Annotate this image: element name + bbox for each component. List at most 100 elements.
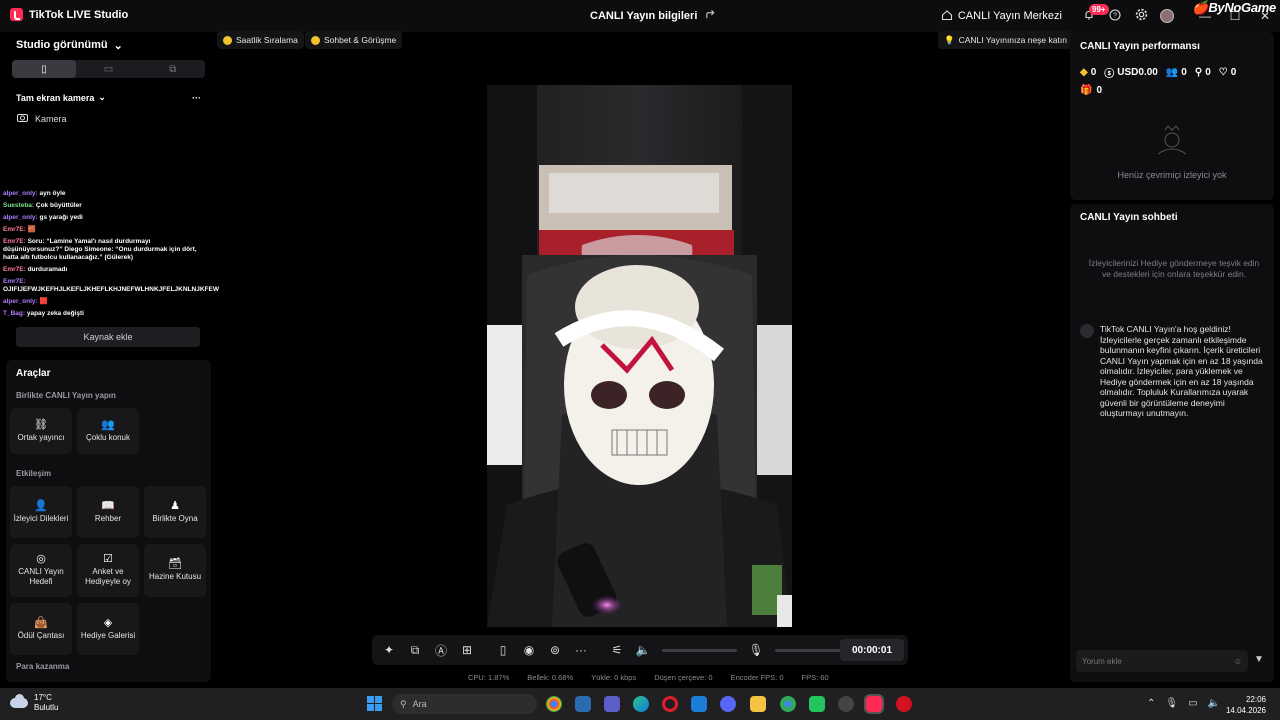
- add-source-button[interactable]: Kaynak ekle: [16, 327, 200, 347]
- speaker-icon: 🔈: [635, 643, 651, 657]
- viewers-icon: 👥: [1165, 67, 1179, 78]
- poll-button[interactable]: ☑ Anket ve Hediyeyle oy: [77, 544, 139, 597]
- no-viewers-text: Henüz çevrimiçi izleyici yok: [1117, 170, 1227, 180]
- record-button[interactable]: ◉: [516, 635, 542, 665]
- gift-gallery-button[interactable]: ◈ Hediye Galerisi: [77, 603, 139, 655]
- chrome-profile-icon[interactable]: [780, 696, 796, 712]
- multi-guest-button[interactable]: 👥 Çoklu konuk: [77, 408, 139, 454]
- scene-selector[interactable]: Tam ekran kamera ⌄ ···: [6, 92, 211, 103]
- chat-match-button[interactable]: Sohbet & Görüşme: [305, 31, 403, 49]
- edge-icon[interactable]: [633, 696, 649, 712]
- live-timer: 00:00:01: [840, 639, 904, 661]
- chevron-up-icon[interactable]: ⌃: [1147, 698, 1155, 709]
- reward-bag-label: Ödül Çantası: [17, 630, 65, 640]
- mic-volume-slider[interactable]: [775, 648, 850, 652]
- home-icon: [941, 9, 953, 24]
- clock[interactable]: 22:06 14.04.2026: [1226, 694, 1266, 716]
- help-icon: ?: [1109, 8, 1121, 24]
- reward-bag-button[interactable]: 👜 Ödül Çantası: [10, 603, 72, 655]
- capture-icon: ⊚: [549, 643, 561, 657]
- live-center-button[interactable]: CANLI Yayın Merkezi: [941, 9, 1062, 24]
- tiktok-live-studio-icon[interactable]: [864, 694, 884, 714]
- chat-username: alper_only:: [3, 298, 38, 305]
- live-info-button[interactable]: CANLI Yayın bilgileri: [590, 9, 716, 23]
- chat-overlay-line: T_Bag: yapay zeka değişti: [3, 310, 209, 318]
- comment-input[interactable]: Yorum ekle ☺: [1076, 650, 1248, 672]
- dual-layout-icon: ⧉: [169, 63, 177, 75]
- chat-overlay-line: alper_only: ayn öyle: [3, 190, 209, 198]
- effects-button[interactable]: ✦: [376, 635, 402, 665]
- add-source-label: Kaynak ekle: [83, 332, 133, 342]
- guide-button[interactable]: 📖 Rehber: [77, 486, 139, 538]
- chat-message: 🟥: [39, 298, 48, 305]
- more-options-icon[interactable]: ···: [192, 93, 201, 103]
- enhance-button[interactable]: ⧉: [402, 635, 428, 665]
- portrait-mode-button[interactable]: ▯: [12, 60, 77, 78]
- start-button[interactable]: [367, 696, 382, 711]
- dual-mode-button[interactable]: ⧉: [141, 60, 205, 78]
- likes-stat: ♡ 0: [1218, 67, 1237, 78]
- chat-overlay: alper_only: ayn öyle Suesteba: Çok büyütt…: [3, 190, 219, 322]
- obs-icon[interactable]: [838, 696, 854, 712]
- game-app-icon[interactable]: [809, 696, 825, 712]
- speaker-button[interactable]: 🔈: [630, 635, 656, 665]
- more-button[interactable]: ···: [568, 635, 594, 665]
- mic-button[interactable]: 🎙: [743, 635, 769, 665]
- fps-stat: FPS: 60: [801, 673, 829, 682]
- audio-settings-button[interactable]: ⚟: [604, 635, 630, 665]
- discord-icon[interactable]: [720, 696, 736, 712]
- taskbar-search[interactable]: ⚲ Ara: [392, 694, 537, 714]
- opera-icon[interactable]: [662, 696, 678, 712]
- media-player-icon[interactable]: [896, 696, 912, 712]
- source-item-camera[interactable]: Kamera: [6, 113, 211, 124]
- play-together-button[interactable]: ♟ Birlikte Oyna: [144, 486, 206, 538]
- upload-stat: Yükle: 0 kbps: [591, 673, 637, 682]
- studio-view-label: Studio görünümü: [16, 39, 108, 51]
- live-info-label: CANLI Yayın bilgileri: [590, 10, 698, 22]
- guide-label: Rehber: [94, 513, 122, 523]
- more-icon: ···: [575, 643, 587, 657]
- settings-button[interactable]: [1128, 3, 1154, 29]
- folder-icon[interactable]: [750, 696, 766, 712]
- phone-button[interactable]: ▯: [490, 635, 516, 665]
- weather-widget[interactable]: 17°C Bulutlu: [10, 693, 58, 713]
- landscape-mode-button[interactable]: ▭: [76, 60, 140, 78]
- microphone-icon: 🎙: [748, 643, 764, 657]
- perf-title: CANLI Yayın performansı: [1080, 41, 1200, 52]
- treasure-box-label: Hazine Kutusu: [148, 572, 202, 581]
- live-performance-panel: CANLI Yayın performansı ◆ 0 ⓢ USD0.00 👥 0 ⚲…: [1070, 32, 1274, 200]
- hourly-rank-button[interactable]: Saatlik Sıralama: [217, 31, 304, 49]
- capture-button[interactable]: ⊚: [542, 635, 568, 665]
- emoji-icon[interactable]: ☺: [1234, 657, 1242, 666]
- viewers-stat: 👥 0: [1165, 67, 1187, 78]
- chat-message: OJIFIJEFWJKEFHJLKEFLJKHEFLKHJNEFWLHNKJFE…: [3, 286, 219, 293]
- comment-placeholder: Yorum ekle: [1082, 656, 1122, 666]
- chat-overlay-line: Suesteba: Çok büyüttüler: [3, 202, 209, 210]
- live-goal-button[interactable]: ◎ CANLI Yayın Hedefi: [10, 544, 72, 597]
- speaker-volume-slider[interactable]: [662, 648, 737, 652]
- chrome-icon[interactable]: [546, 696, 562, 712]
- play-together-label: Birlikte Oyna: [152, 513, 198, 523]
- fun-live-label: CANLI Yayınınıza neşe katın: [958, 35, 1067, 45]
- viewer-requests-button[interactable]: 👤 İzleyici Dilekleri: [10, 486, 72, 538]
- fun-live-button[interactable]: 💡 CANLI Yayınınıza neşe katın: [938, 31, 1073, 49]
- store-icon[interactable]: [691, 696, 707, 712]
- memory-stat: Bellek: 0.68%: [527, 673, 574, 682]
- add-media-button[interactable]: ⊞: [454, 635, 480, 665]
- tools-panel: Araçlar Birlikte CANLI Yayın yapın ⛓ Ort…: [6, 360, 211, 682]
- treasure-box-button[interactable]: 🗃 Hazine Kutusu: [144, 544, 206, 597]
- filter-icon[interactable]: ▼: [1254, 654, 1264, 665]
- notification-button[interactable]: 99+: [1076, 3, 1109, 29]
- ai-button[interactable]: Ⓐ: [428, 635, 454, 665]
- network-icon[interactable]: ▭: [1188, 698, 1197, 709]
- file-app-icon[interactable]: [575, 696, 591, 712]
- microphone-tray-icon[interactable]: 🎙: [1165, 698, 1178, 709]
- help-button[interactable]: ?: [1102, 3, 1128, 29]
- profile-button[interactable]: [1154, 3, 1180, 29]
- chat-username: Suesteba:: [3, 202, 35, 209]
- co-host-button[interactable]: ⛓ Ortak yayıncı: [10, 408, 72, 454]
- studio-view-dropdown[interactable]: Studio görünümü ⌄: [6, 32, 211, 58]
- volume-icon[interactable]: 🔈: [1208, 698, 1220, 709]
- teams-icon[interactable]: [604, 696, 620, 712]
- chat-overlay-line: Emr7E: durduramadı: [3, 266, 209, 274]
